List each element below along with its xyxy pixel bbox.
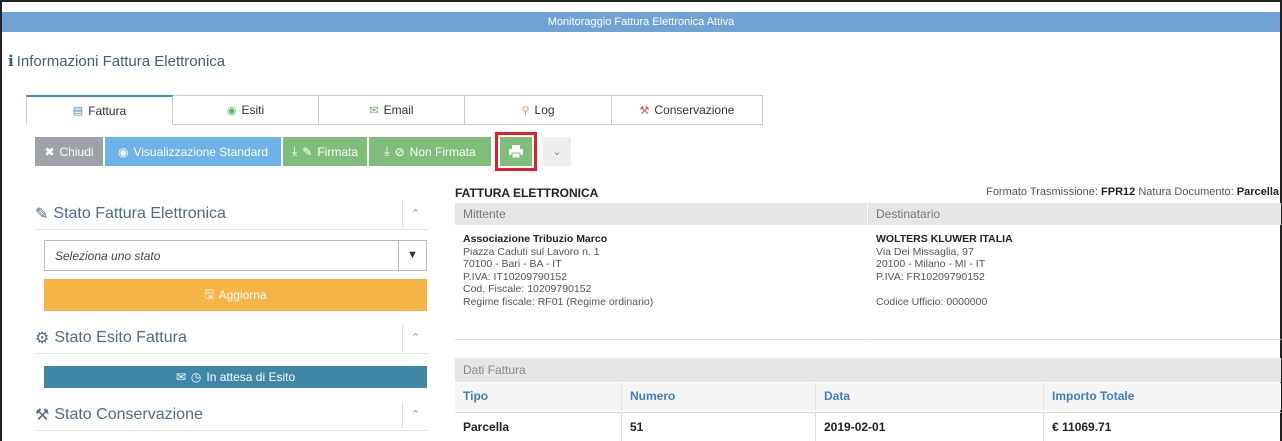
panel-title: Stato Fattura Elettronica bbox=[53, 204, 226, 222]
destinatario-ufficio: Codice Ufficio: 0000000 bbox=[876, 296, 988, 308]
pencil-icon: ✎ bbox=[302, 144, 313, 159]
gavel-icon: ⚒ bbox=[35, 406, 50, 424]
mittente-details: Associazione Tribuzio Marco Piazza Cadut… bbox=[455, 226, 867, 340]
table-row: Parcella 51 2019-02-01 € 11069.71 bbox=[455, 412, 1281, 441]
window-title-bar: Monitoraggio Fattura Elettronica Attiva bbox=[2, 12, 1280, 32]
destinatario-address: Via Dei Missaglia, 97 bbox=[876, 245, 974, 258]
unsigned-label: Non Firmata bbox=[409, 144, 476, 159]
search-icon: ⚲ bbox=[521, 104, 530, 117]
update-button[interactable]: 🖫 Aggiorna bbox=[44, 279, 427, 311]
download-signed-button[interactable]: ⤓ ✎ Firmata bbox=[283, 137, 367, 166]
tab-esiti[interactable]: ◉ Esiti bbox=[173, 95, 319, 125]
download-unsigned-button[interactable]: ⤓ ⊘ Non Firmata bbox=[369, 137, 491, 166]
panel-stato-conservazione: ⚒ Stato Conservazione ⌃ bbox=[35, 399, 428, 431]
dati-fattura-columns: Tipo Numero Data Importo Totale bbox=[455, 383, 1281, 410]
print-button[interactable] bbox=[500, 137, 532, 166]
download-icon: ⤓ bbox=[384, 144, 390, 158]
edit-icon: ✎ bbox=[35, 205, 49, 223]
close-button[interactable]: ✖ Chiudi bbox=[35, 137, 103, 166]
chevron-up-icon[interactable]: ⌃ bbox=[402, 325, 428, 351]
invoice-meta: Formato Trasmissione: FPR12 Natura Docum… bbox=[986, 186, 1279, 198]
close-icon: ✖ bbox=[44, 144, 55, 159]
esito-status-label: In attesa di Esito bbox=[206, 370, 296, 384]
panel-stato-fattura: ✎ Stato Fattura Elettronica ⌃ bbox=[35, 198, 428, 230]
select-placeholder: Seleziona uno stato bbox=[55, 248, 161, 263]
eye-icon: ◉ bbox=[226, 104, 237, 117]
mittente-address: Piazza Caduti sul Lavoro n. 1 bbox=[463, 245, 600, 258]
format-value: FPR12 bbox=[1101, 186, 1136, 198]
toolbar: ✖ Chiudi ◉ Visualizzazione Standard ⤓ ✎ … bbox=[35, 132, 571, 171]
tab-label: Esiti bbox=[241, 103, 265, 117]
esito-status-badge: ✉ ◷ In attesa di Esito bbox=[44, 366, 427, 388]
column-header: Importo Totale bbox=[1052, 389, 1135, 403]
chevron-up-icon[interactable]: ⌃ bbox=[402, 402, 428, 428]
destinatario-header: Destinatario bbox=[868, 203, 1281, 225]
cell-importo: € 11069.71 bbox=[1052, 420, 1112, 434]
column-header: Data bbox=[816, 383, 1044, 410]
save-icon: 🖫 bbox=[204, 286, 215, 301]
file-icon: ▤ bbox=[72, 105, 84, 117]
mittente-name: Associazione Tribuzio Marco bbox=[463, 233, 608, 245]
update-label: Aggiorna bbox=[218, 288, 267, 302]
destinatario-name: WOLTERS KLUWER ITALIA bbox=[876, 233, 1013, 245]
more-options-button[interactable]: ⌄ bbox=[543, 137, 571, 166]
destinatario-piva: P.IVA: FR10209790152 bbox=[876, 270, 985, 283]
format-label: Formato Trasmissione: bbox=[986, 186, 1098, 198]
mittente-regime: Regime fiscale: RF01 (Regime ordinario) bbox=[463, 295, 654, 308]
panel-stato-esito: ⚙ Stato Esito Fattura ⌃ bbox=[35, 322, 428, 354]
caret-down-icon: ▼ bbox=[398, 241, 426, 270]
print-icon bbox=[509, 145, 523, 158]
tab-bar: ▤ Fattura ◉ Esiti ✉ Email ⚲ Log ⚒ Conser… bbox=[26, 95, 763, 125]
cogs-icon: ⚙ bbox=[35, 329, 50, 347]
mittente-city: 70100 - Bari - BA - IT bbox=[463, 258, 562, 270]
dati-fattura-header: Dati Fattura bbox=[455, 358, 1281, 382]
tab-label: Conservazione bbox=[654, 103, 735, 117]
mittente-header: Mittente bbox=[455, 203, 867, 225]
destinatario-details: WOLTERS KLUWER ITALIA Via Dei Missaglia,… bbox=[868, 226, 1281, 340]
destinatario-city: 20100 - Milano - MI - IT bbox=[876, 258, 986, 270]
tab-log[interactable]: ⚲ Log bbox=[465, 95, 612, 125]
cell-tipo: Parcella bbox=[455, 413, 622, 441]
double-chevron-down-icon: ⌄ bbox=[552, 146, 562, 158]
invoice-title: FATTURA ELETTRONICA bbox=[455, 186, 599, 200]
standard-view-label: Visualizzazione Standard bbox=[133, 144, 268, 159]
envelope-icon: ✉ bbox=[369, 104, 379, 117]
page-title: Informazioni Fattura Elettronica bbox=[16, 52, 226, 70]
mittente-cf: Cod. Fiscale: 10209790152 bbox=[463, 283, 592, 295]
stato-select[interactable]: Seleziona uno stato ▼ bbox=[44, 240, 427, 271]
nature-label: Natura Documento: bbox=[1138, 186, 1234, 198]
ban-icon: ⊘ bbox=[394, 144, 405, 159]
mittente-piva: P.IVA: IT10209790152 bbox=[463, 270, 568, 283]
page-heading: i Informazioni Fattura Elettronica bbox=[8, 52, 225, 70]
standard-view-button[interactable]: ◉ Visualizzazione Standard bbox=[105, 137, 281, 166]
clock-icon: ◷ bbox=[190, 370, 202, 384]
chevron-up-icon[interactable]: ⌃ bbox=[402, 201, 428, 227]
tab-label: Fattura bbox=[88, 103, 127, 118]
tab-label: Email bbox=[383, 103, 414, 117]
download-icon: ⤓ bbox=[291, 144, 298, 158]
tab-label: Log bbox=[534, 103, 555, 117]
eye-icon: ◉ bbox=[117, 144, 129, 159]
close-button-label: Chiudi bbox=[59, 144, 94, 159]
tab-conservazione[interactable]: ⚒ Conservazione bbox=[612, 95, 763, 125]
cell-numero: 51 bbox=[622, 413, 816, 441]
cell-data: 2019-02-01 bbox=[816, 413, 1044, 441]
column-header: Numero bbox=[622, 383, 816, 410]
nature-value: Parcella bbox=[1236, 186, 1279, 198]
tab-email[interactable]: ✉ Email bbox=[319, 95, 465, 125]
panel-title: Stato Esito Fattura bbox=[54, 328, 187, 346]
gavel-icon: ⚒ bbox=[639, 104, 650, 117]
panel-title: Stato Conservazione bbox=[54, 405, 203, 423]
print-highlight bbox=[495, 132, 537, 171]
info-icon: i bbox=[8, 52, 14, 70]
column-header: Tipo bbox=[455, 383, 622, 410]
tab-fattura[interactable]: ▤ Fattura bbox=[26, 95, 173, 125]
signed-label: Firmata bbox=[317, 144, 359, 159]
window-title: Monitoraggio Fattura Elettronica Attiva bbox=[547, 16, 735, 28]
envelope-icon: ✉ bbox=[175, 370, 186, 384]
